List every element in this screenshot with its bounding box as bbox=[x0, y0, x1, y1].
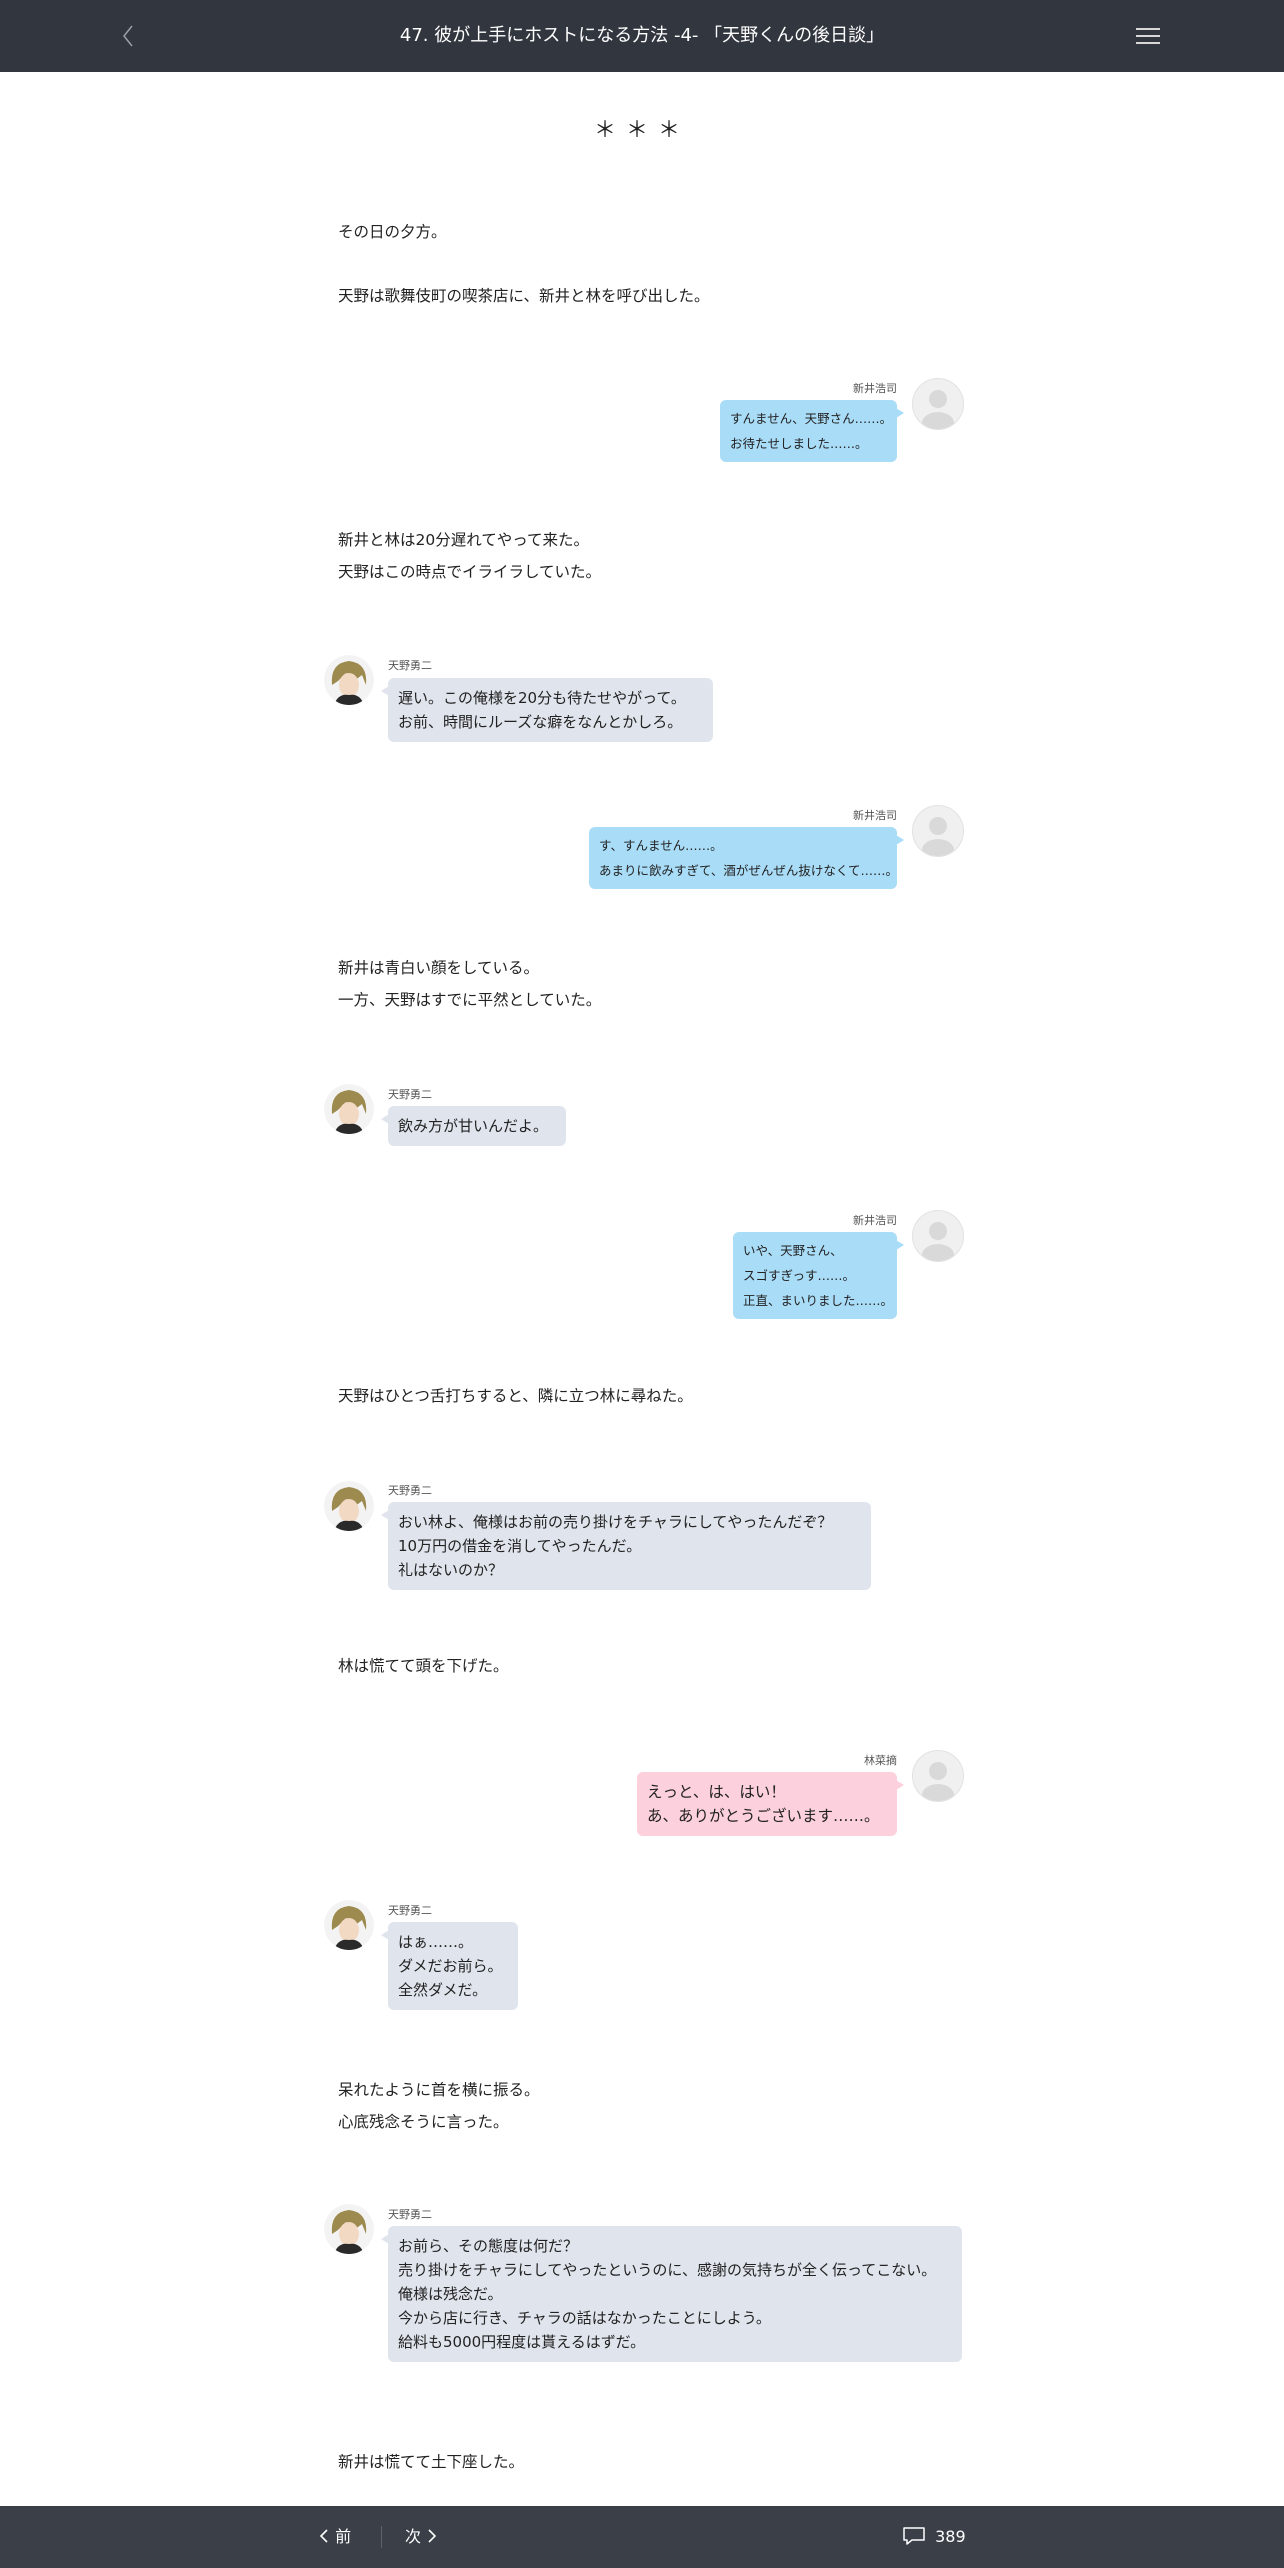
chevron-left-icon bbox=[123, 25, 133, 47]
chat-line: すんません、天野さん……。 bbox=[730, 411, 893, 426]
speaker-name: 林菜摘 bbox=[864, 1754, 897, 1767]
speaker-name: 天野勇二 bbox=[388, 2208, 432, 2221]
next-button[interactable]: 次 bbox=[405, 2506, 438, 2568]
default-avatar-icon bbox=[912, 1750, 964, 1802]
bottom-bar: 前 次 389 bbox=[0, 2506, 1284, 2568]
narration-line: 呆れたように首を横に振る。 bbox=[338, 2081, 540, 2099]
narration-text: 天野は歌舞伎町の喫茶店に、新井と林を呼び出した。 bbox=[338, 280, 710, 312]
footer-divider bbox=[381, 2526, 382, 2548]
narration-text: 天野はひとつ舌打ちすると、隣に立つ林に尋ねた。 bbox=[338, 1380, 693, 1412]
chat-line: いや、天野さん、 bbox=[743, 1243, 843, 1258]
narration-line: その日の夕方。 bbox=[338, 223, 447, 241]
chat-line: あまりに飲みすぎて、酒がぜんぜん抜けなくて……。 bbox=[599, 863, 899, 878]
amano-avatar bbox=[324, 655, 374, 705]
chat-bubble: おい林よ、俺様はお前の売り掛けをチャラにしてやったんだぞ？ 10万円の借金を消し… bbox=[381, 1502, 871, 1590]
narration-line: 天野は歌舞伎町の喫茶店に、新井と林を呼び出した。 bbox=[338, 287, 710, 305]
chat-line: 今から店に行き、チャラの話はなかったことにしよう。 bbox=[398, 2309, 771, 2327]
chat-line: お前、時間にルーズな癖をなんとかしろ。 bbox=[398, 713, 683, 731]
chat-bubble: お前ら、その態度は何だ？ 売り掛けをチャラにしてやったというのに、感謝の気持ちが… bbox=[381, 2226, 962, 2362]
chat-bubble: すんません、天野さん……。 お待たせしました……。 bbox=[720, 400, 904, 462]
default-avatar-icon bbox=[912, 378, 964, 430]
narration-line: 新井は青白い顔をしている。 bbox=[338, 959, 540, 977]
chat-line: えっと、は、はい！ bbox=[647, 1783, 786, 1801]
chat-bubble: 遅い。この俺様を20分も待たせやがって。 お前、時間にルーズな癖をなんとかしろ。 bbox=[381, 678, 713, 742]
chat-line: お前ら、その態度は何だ？ bbox=[398, 2237, 579, 2255]
chat-line: 給料も5000円程度は貰えるはずだ。 bbox=[398, 2333, 646, 2351]
speaker-name: 天野勇二 bbox=[388, 659, 432, 672]
default-avatar-icon bbox=[912, 1210, 964, 1262]
speaker-name: 新井浩司 bbox=[853, 809, 897, 822]
prev-button[interactable]: 前 bbox=[318, 2506, 351, 2568]
chat-line: 礼はないのか？ bbox=[398, 1561, 504, 1579]
chevron-right-icon bbox=[428, 2529, 437, 2543]
chat-line: す、すんません……。 bbox=[599, 838, 723, 853]
hamburger-menu-icon bbox=[1130, 28, 1166, 44]
narration-line: 心底残念そうに言った。 bbox=[338, 2113, 509, 2131]
narration-text: 新井は青白い顔をしている。 一方、天野はすでに平然としていた。 bbox=[338, 952, 601, 1016]
narration-line: 天野はこの時点でイライラしていた。 bbox=[338, 563, 602, 581]
default-avatar-icon bbox=[912, 805, 964, 857]
narration-line: 林は慌てて頭を下げた。 bbox=[338, 1657, 509, 1675]
chat-line: 売り掛けをチャラにしてやったというのに、感謝の気持ちが全く伝ってこない。 bbox=[398, 2261, 937, 2279]
narration-text: その日の夕方。 bbox=[338, 216, 447, 248]
speaker-name: 天野勇二 bbox=[388, 1484, 432, 1497]
back-button[interactable] bbox=[110, 16, 150, 56]
chat-line: お待たせしました……。 bbox=[730, 436, 868, 451]
chat-line: 正直、まいりました……。 bbox=[743, 1293, 894, 1308]
chat-line: 全然ダメだ。 bbox=[398, 1981, 488, 1999]
chat-bubble: す、すんません……。 あまりに飲みすぎて、酒がぜんぜん抜けなくて……。 bbox=[589, 827, 904, 889]
narration-text: 新井と林は20分遅れてやって来た。 天野はこの時点でイライラしていた。 bbox=[338, 524, 601, 588]
narration-text: 呆れたように首を横に振る。 心底残念そうに言った。 bbox=[338, 2074, 540, 2138]
chevron-left-icon bbox=[319, 2529, 328, 2543]
chat-line: はぁ……。 bbox=[398, 1933, 474, 1951]
chat-line: 飲み方が甘いんだよ。 bbox=[398, 1117, 549, 1135]
chat-line: スゴすぎっす……。 bbox=[743, 1268, 856, 1283]
chat-line: 遅い。この俺様を20分も待たせやがって。 bbox=[398, 689, 686, 707]
menu-button[interactable] bbox=[1130, 20, 1166, 54]
chat-bubble: はぁ……。 ダメだお前ら。 全然ダメだ。 bbox=[381, 1922, 518, 2010]
chat-line: ダメだお前ら。 bbox=[398, 1957, 503, 1975]
section-divider: ＊＊＊ bbox=[593, 118, 690, 143]
chat-line: 10万円の借金を消してやったんだ。 bbox=[398, 1537, 642, 1555]
chat-line: あ、ありがとうございます……。 bbox=[647, 1807, 880, 1825]
speaker-name: 新井浩司 bbox=[853, 382, 897, 395]
chat-line: おい林よ、俺様はお前の売り掛けをチャラにしてやったんだぞ？ bbox=[398, 1513, 833, 1531]
top-bar: 47. 彼が上手にホストになる方法 -4- 「天野くんの後日談」 bbox=[0, 0, 1284, 72]
speaker-name: 天野勇二 bbox=[388, 1088, 432, 1101]
narration-text: 林は慌てて頭を下げた。 bbox=[338, 1650, 509, 1682]
chat-bubble: いや、天野さん、 スゴすぎっす……。 正直、まいりました……。 bbox=[733, 1232, 904, 1319]
narration-text: 新井は慌てて土下座した。 bbox=[338, 2446, 524, 2478]
prev-label: 前 bbox=[335, 2527, 352, 2546]
narration-line: 新井と林は20分遅れてやって来た。 bbox=[338, 531, 589, 549]
amano-avatar bbox=[324, 1900, 374, 1950]
comment-icon bbox=[903, 2527, 925, 2545]
page-title: 47. 彼が上手にホストになる方法 -4- 「天野くんの後日談」 bbox=[399, 25, 885, 46]
amano-avatar bbox=[324, 2204, 374, 2254]
next-label: 次 bbox=[405, 2527, 422, 2546]
speaker-name: 天野勇二 bbox=[388, 1904, 432, 1917]
speaker-name: 新井浩司 bbox=[853, 1214, 897, 1227]
amano-avatar bbox=[324, 1084, 374, 1134]
comment-count: 389 bbox=[935, 2527, 966, 2546]
narration-line: 新井は慌てて土下座した。 bbox=[338, 2453, 525, 2471]
amano-avatar bbox=[324, 1481, 374, 1531]
narration-line: 天野はひとつ舌打ちすると、隣に立つ林に尋ねた。 bbox=[338, 1387, 693, 1405]
chat-bubble: えっと、は、はい！ あ、ありがとうございます……。 bbox=[637, 1772, 904, 1836]
narration-line: 一方、天野はすでに平然としていた。 bbox=[338, 991, 602, 1009]
chat-bubble: 飲み方が甘いんだよ。 bbox=[381, 1106, 566, 1146]
comments-button[interactable]: 389 bbox=[902, 2506, 966, 2568]
chat-line: 俺様は残念だ。 bbox=[398, 2285, 503, 2303]
